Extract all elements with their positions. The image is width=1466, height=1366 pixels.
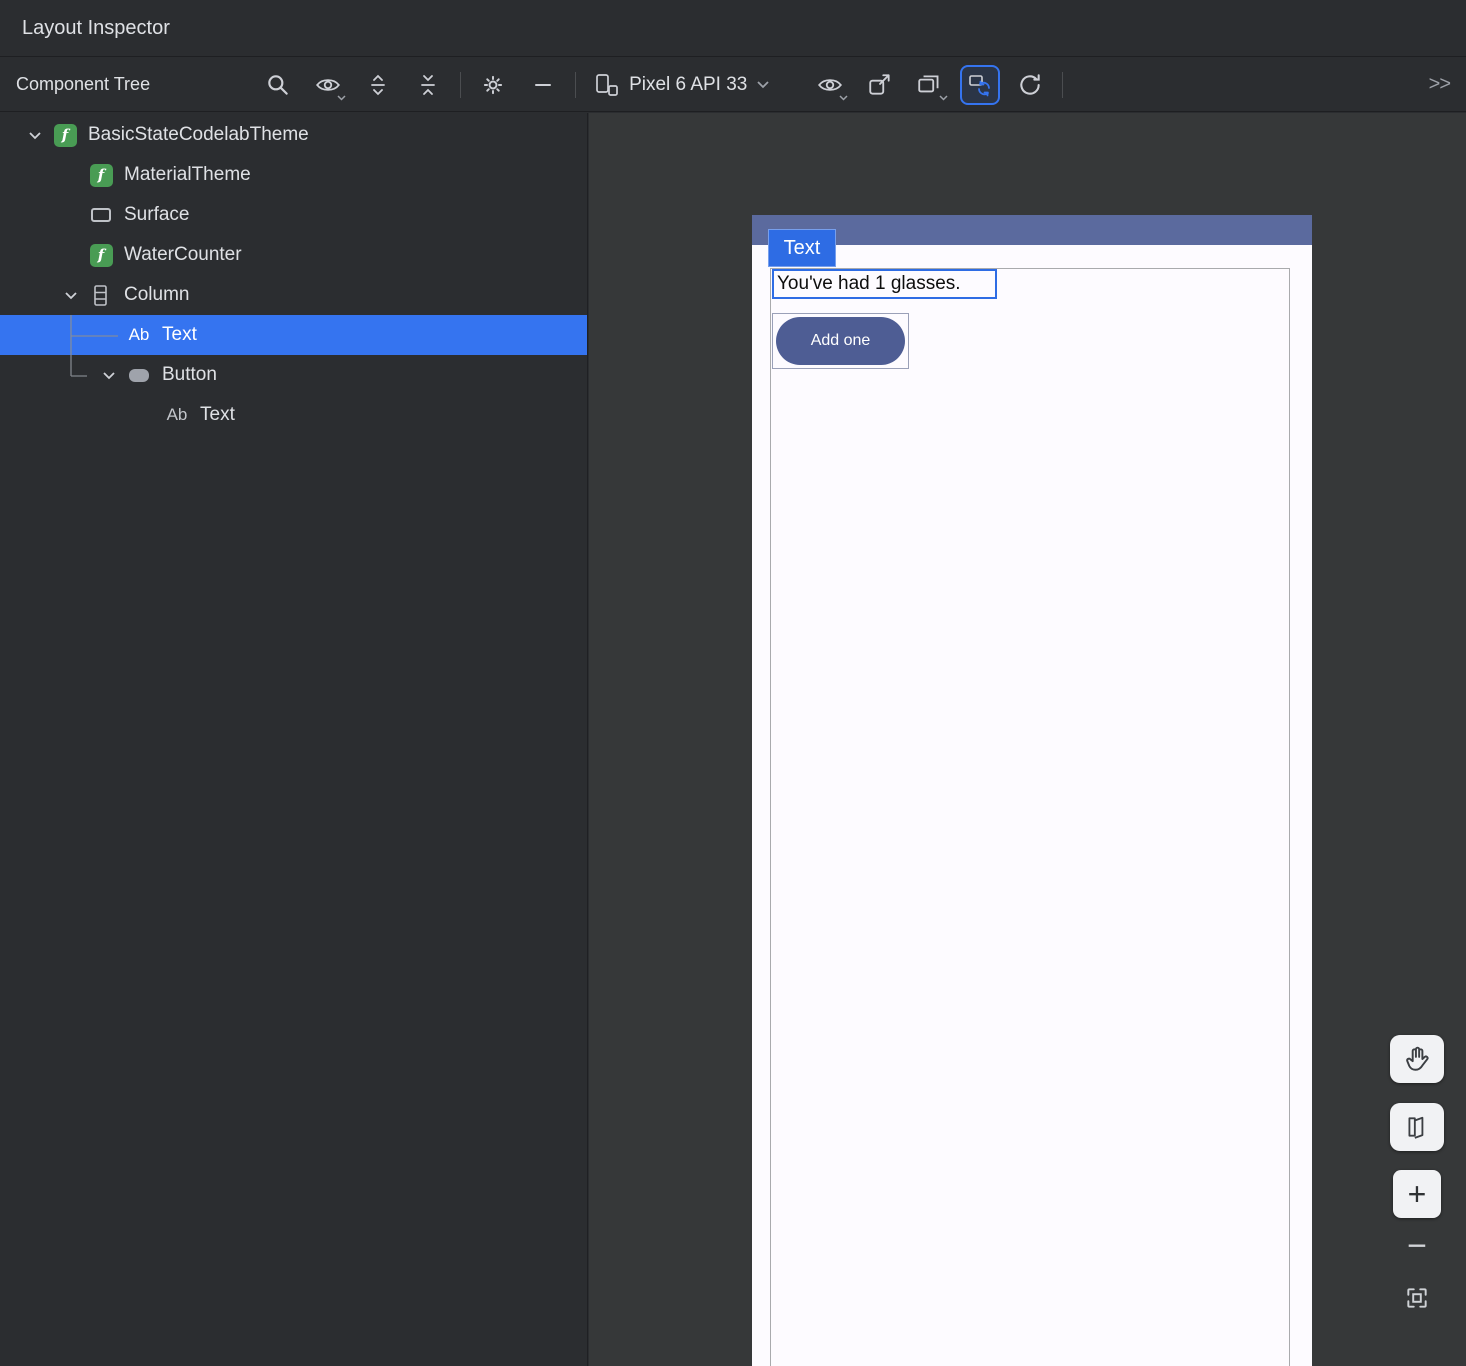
component-tree-title: Component Tree: [16, 74, 150, 95]
minus-icon: −: [1407, 1229, 1427, 1263]
pan-mode-button[interactable]: [1390, 1035, 1444, 1083]
device-screen[interactable]: Text You've had 1 glasses. Add one: [752, 215, 1312, 1366]
toolbar-separator: [575, 72, 576, 98]
filter-visibility-button[interactable]: [308, 65, 348, 105]
composable-icon: f: [54, 124, 77, 147]
refresh-button[interactable]: [1010, 65, 1050, 105]
rendered-button[interactable]: Add one: [776, 317, 905, 365]
refresh-icon: [1017, 72, 1043, 98]
device-status-bar: [752, 215, 1312, 245]
toolbar-overflow-button[interactable]: >>: [1429, 73, 1454, 96]
3d-mode-icon: [1404, 1114, 1430, 1140]
zoom-in-button[interactable]: +: [1393, 1170, 1441, 1218]
eye-icon: [315, 75, 341, 95]
column-icon: [94, 285, 108, 306]
layout-bounds: [770, 268, 1290, 1366]
composable-icon: f: [90, 164, 113, 187]
expand-all-icon: [366, 73, 390, 97]
collapse-all-button[interactable]: [408, 65, 448, 105]
zoom-out-button[interactable]: −: [1393, 1224, 1441, 1268]
tree-row[interactable]: Column: [0, 275, 587, 315]
toolbar: Component Tree Pixel 6 API 33: [0, 58, 1466, 112]
rendered-button-label: Add one: [811, 332, 871, 350]
eye-icon: [817, 75, 843, 95]
tree-row-label: Button: [162, 364, 217, 386]
composable-icon: f: [90, 244, 113, 267]
button-icon: [129, 369, 149, 382]
selected-node-label-text: Text: [784, 237, 821, 260]
rendered-text[interactable]: You've had 1 glasses.: [772, 269, 997, 299]
tree-row[interactable]: Ab Text: [0, 395, 587, 435]
tree-row-label: WaterCounter: [124, 244, 242, 266]
chevron-down-icon: [939, 95, 948, 101]
rendered-text-value: You've had 1 glasses.: [777, 273, 961, 295]
tree-row[interactable]: Surface: [0, 195, 587, 235]
tree-row-label: Text: [162, 324, 197, 346]
view-options-button[interactable]: [810, 65, 850, 105]
tree-row-label: Column: [124, 284, 189, 306]
tree-row-selected[interactable]: Ab Text: [0, 315, 587, 355]
device-selector[interactable]: Pixel 6 API 33: [594, 73, 770, 97]
component-tree-panel: f BasicStateCodelabTheme f MaterialTheme…: [0, 113, 588, 1366]
selected-node-label: Text: [768, 229, 836, 267]
live-updates-toggle[interactable]: [960, 65, 1000, 105]
plus-icon: +: [1408, 1178, 1427, 1210]
rendered-button-bounds: Add one: [772, 313, 909, 369]
device-icon: [594, 73, 620, 97]
tree-row-label: Surface: [124, 204, 189, 226]
chevron-down-icon[interactable]: [28, 131, 42, 140]
expand-all-button[interactable]: [358, 65, 398, 105]
hide-panel-button[interactable]: [523, 65, 563, 105]
chevron-down-icon[interactable]: [102, 371, 116, 380]
main-area: f BasicStateCodelabTheme f MaterialTheme…: [0, 113, 1466, 1366]
text-icon: Ab: [167, 405, 188, 425]
tree-row[interactable]: f BasicStateCodelabTheme: [0, 115, 587, 155]
chevron-down-icon: [756, 80, 770, 89]
live-updates-icon: [968, 73, 992, 97]
toolbar-separator: [460, 72, 461, 98]
surface-icon: [91, 208, 111, 222]
chevron-down-icon[interactable]: [64, 291, 78, 300]
collapse-all-icon: [416, 73, 440, 97]
window-title: Layout Inspector: [22, 17, 170, 40]
snapshot-button[interactable]: [860, 65, 900, 105]
3d-mode-button[interactable]: [1390, 1103, 1444, 1151]
minus-icon: [531, 73, 555, 97]
toolbar-separator: [1062, 72, 1063, 98]
search-button[interactable]: [258, 65, 298, 105]
zoom-to-fit-icon: [1404, 1285, 1430, 1311]
tree-row[interactable]: f MaterialTheme: [0, 155, 587, 195]
layer-spacing-button[interactable]: [910, 65, 950, 105]
zoom-to-fit-button[interactable]: [1393, 1276, 1441, 1320]
window-titlebar: Layout Inspector: [0, 0, 1466, 57]
tree-row-label: Text: [200, 404, 235, 426]
device-selector-label: Pixel 6 API 33: [629, 74, 747, 96]
chevron-down-icon: [839, 95, 848, 101]
settings-button[interactable]: [473, 65, 513, 105]
text-icon: Ab: [129, 325, 150, 345]
tree-row[interactable]: Button: [0, 355, 587, 395]
tree-row-label: BasicStateCodelabTheme: [88, 124, 309, 146]
tree-row[interactable]: f WaterCounter: [0, 235, 587, 275]
hand-icon: [1404, 1045, 1430, 1073]
chevron-down-icon: [337, 95, 346, 101]
render-panel: Text You've had 1 glasses. Add one + −: [589, 113, 1466, 1366]
search-icon: [265, 72, 291, 98]
tree-row-label: MaterialTheme: [124, 164, 251, 186]
export-snapshot-icon: [867, 73, 893, 97]
gear-icon: [480, 72, 506, 98]
